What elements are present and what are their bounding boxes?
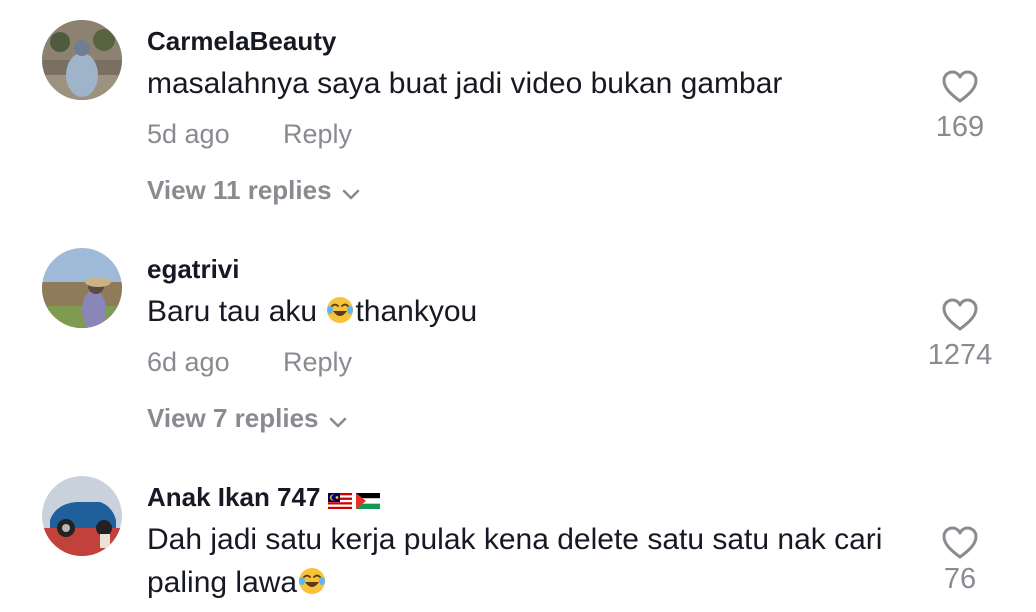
comment-text: Baru tau aku thankyou bbox=[147, 290, 907, 333]
view-replies-label: View 11 replies bbox=[147, 175, 332, 205]
comment-meta: 6d ago Reply bbox=[147, 346, 352, 378]
comment-username[interactable]: egatrivi bbox=[147, 254, 240, 284]
comment-text: masalahnya saya buat jadi video bukan ga… bbox=[147, 67, 783, 100]
comment-username[interactable]: CarmelaBeauty bbox=[147, 26, 336, 56]
like-button[interactable]: 1274 bbox=[905, 298, 1015, 372]
malaysia-flag-icon bbox=[328, 493, 353, 510]
comment-username[interactable]: Anak Ikan 747 bbox=[147, 482, 381, 514]
like-count: 76 bbox=[943, 563, 977, 595]
flag-badges bbox=[328, 484, 381, 514]
comment-timestamp: 5d ago bbox=[147, 119, 230, 149]
comment-text-part: Baru tau aku bbox=[147, 295, 326, 328]
reply-button[interactable]: Reply bbox=[283, 346, 352, 378]
view-replies-button[interactable]: View 7 replies bbox=[147, 402, 347, 436]
heart-icon bbox=[942, 526, 978, 559]
view-replies-label: View 7 replies bbox=[147, 403, 319, 433]
comment-username-text: Anak Ikan 747 bbox=[147, 482, 321, 512]
comment-text: Dah jadi satu kerja pulak kena delete sa… bbox=[147, 518, 907, 604]
like-count: 169 bbox=[935, 111, 985, 143]
chevron-down-icon bbox=[342, 176, 360, 208]
view-replies-button[interactable]: View 11 replies bbox=[147, 174, 360, 208]
comment-list: CarmelaBeauty masalahnya saya buat jadi … bbox=[0, 0, 1036, 612]
face-with-tears-of-joy-icon bbox=[299, 568, 326, 594]
comment-meta: 5d ago Reply bbox=[147, 118, 352, 150]
avatar[interactable] bbox=[42, 20, 122, 100]
comment-text-part: Dah jadi satu kerja pulak kena delete sa… bbox=[147, 523, 883, 599]
heart-icon bbox=[942, 298, 978, 331]
reply-button[interactable]: Reply bbox=[283, 118, 352, 150]
like-button[interactable]: 169 bbox=[905, 70, 1015, 144]
avatar[interactable] bbox=[42, 248, 122, 328]
heart-icon bbox=[942, 70, 978, 103]
palestine-flag-icon bbox=[356, 493, 381, 510]
comment-timestamp: 6d ago bbox=[147, 347, 230, 377]
like-count: 1274 bbox=[927, 339, 993, 371]
chevron-down-icon bbox=[329, 404, 347, 436]
like-button[interactable]: 76 bbox=[905, 526, 1015, 596]
comment-text-part: thankyou bbox=[355, 295, 478, 328]
face-with-tears-of-joy-icon bbox=[327, 297, 354, 323]
avatar[interactable] bbox=[42, 476, 122, 556]
